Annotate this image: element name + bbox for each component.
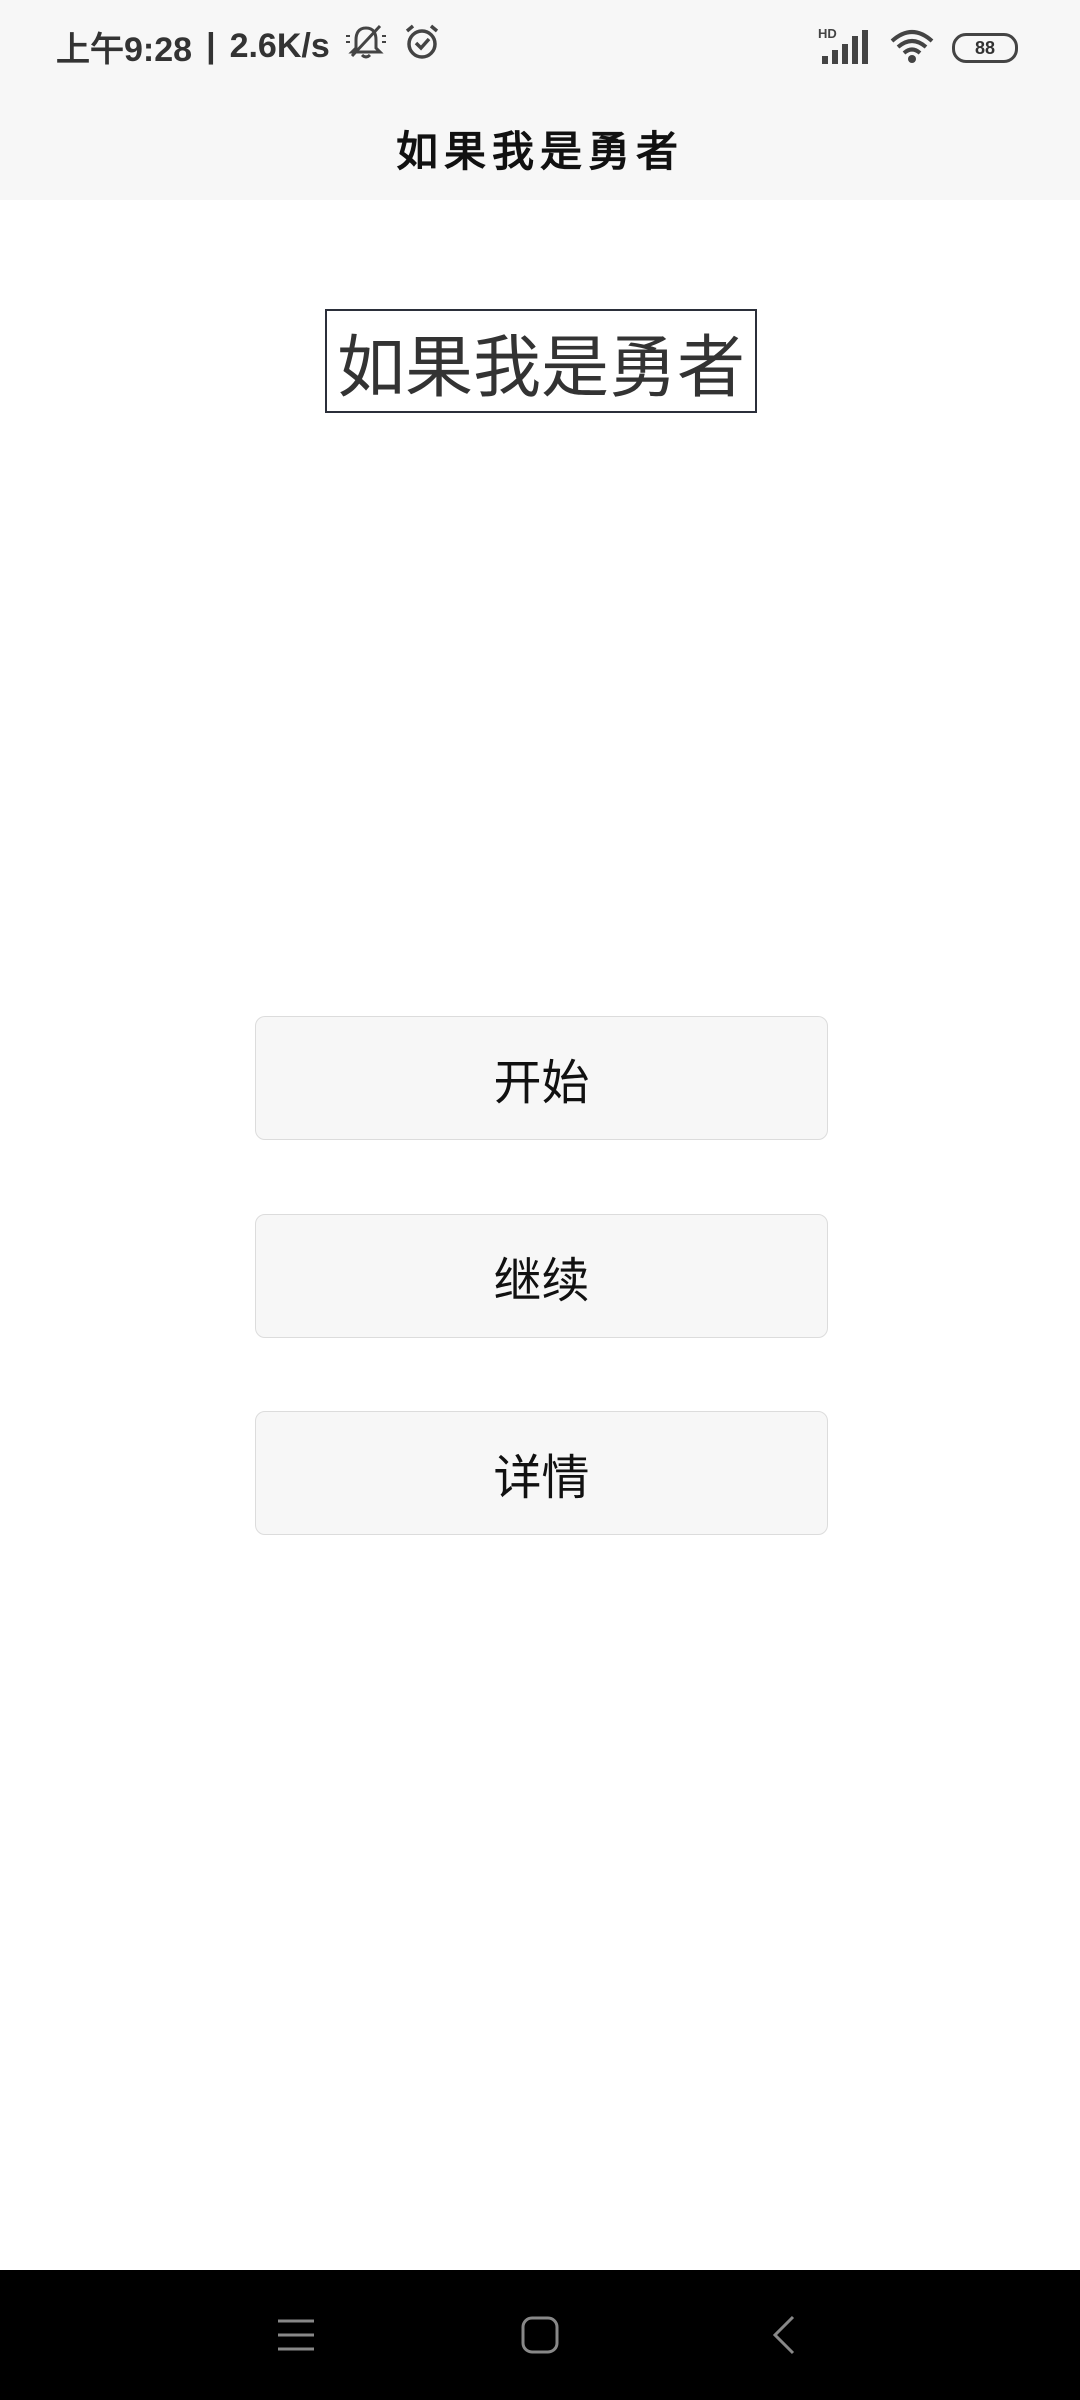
hd-icon: HD bbox=[818, 26, 837, 41]
mute-icon bbox=[344, 22, 388, 71]
home-button[interactable] bbox=[500, 2300, 580, 2370]
continue-button[interactable]: 继续 bbox=[255, 1214, 828, 1338]
status-left: 上午9:28 | 2.6K/s bbox=[56, 22, 442, 71]
menu-button[interactable] bbox=[256, 2300, 336, 2370]
battery-icon: 88 bbox=[952, 33, 1018, 63]
hero-title: 如果我是勇者 bbox=[325, 309, 757, 413]
details-button[interactable]: 详情 bbox=[255, 1411, 828, 1535]
network-speed: 2.6K/s bbox=[229, 27, 330, 65]
back-icon bbox=[772, 2315, 795, 2355]
alarm-icon bbox=[402, 22, 442, 71]
hd-signal-icon: HD bbox=[818, 26, 872, 70]
wifi-icon bbox=[888, 27, 936, 69]
navigation-bar bbox=[0, 2270, 1080, 2400]
status-right: HD 88 bbox=[802, 26, 1018, 70]
start-button[interactable]: 开始 bbox=[255, 1016, 828, 1140]
home-icon bbox=[521, 2316, 559, 2354]
app-bar-title: 如果我是勇者 bbox=[395, 126, 684, 176]
battery-level: 88 bbox=[974, 37, 996, 58]
back-button[interactable] bbox=[744, 2300, 824, 2370]
app-bar: 如果我是勇者 bbox=[0, 96, 1080, 200]
status-time: 上午9:28 bbox=[56, 31, 193, 69]
status-separator: | bbox=[206, 27, 216, 65]
menu-icon bbox=[278, 2319, 314, 2351]
status-bar: 上午9:28 | 2.6K/s HD 88 bbox=[0, 0, 1080, 96]
